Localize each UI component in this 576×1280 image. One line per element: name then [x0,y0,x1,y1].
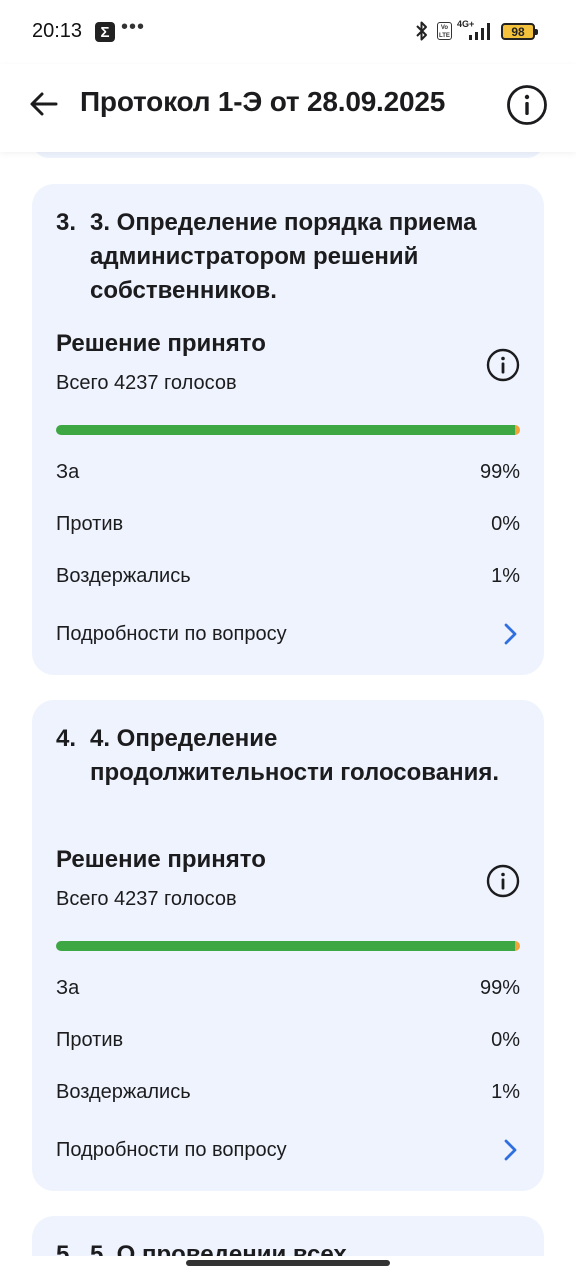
signal-icon [469,23,490,40]
volte-icon: Vo LTE [437,22,452,40]
info-icon[interactable] [486,348,520,382]
vote-row-for: За 99% [56,461,520,484]
back-button[interactable] [22,84,66,124]
question-text: 3. Определение порядка приема администра… [90,209,477,304]
questions-list[interactable]: 3. 3. Определение порядка приема админис… [0,64,576,1256]
vote-progress-bar [56,425,520,435]
app-header: Протокол 1-Э от 28.09.2025 [0,64,576,152]
progress-abstain-segment [515,941,520,951]
question-card: 5. 5. О проведении всех [32,1216,544,1256]
vote-label: Против [56,513,124,535]
chevron-right-icon [504,623,517,645]
info-icon[interactable] [486,864,520,898]
vote-value: 1% [491,1081,520,1103]
info-icon[interactable] [506,84,548,126]
chevron-right-icon [504,1139,517,1161]
vote-value: 1% [491,565,520,587]
more-dots-icon: ••• [121,16,146,38]
vote-progress-bar [56,941,520,951]
question-card: 3. 3. Определение порядка приема админис… [32,184,544,675]
vote-value: 0% [491,1029,520,1051]
vote-value: 99% [479,461,520,483]
details-label: Подробности по вопросу [56,1138,287,1161]
question-text: 5. О проведении всех [90,1241,347,1256]
vote-value: 99% [479,977,520,999]
status-time: 20:13 [32,20,83,42]
vote-row-against: Против 0% [56,513,520,536]
arrow-left-icon [30,92,58,116]
decision-status: Решение принято [56,846,266,873]
question-text: 4. Определение продолжительности голосов… [90,725,500,786]
home-indicator[interactable] [186,1260,390,1266]
vote-label: Против [56,1029,124,1051]
votes-total: Всего 4237 голосов [56,372,237,394]
votes-total: Всего 4237 голосов [56,888,237,910]
vote-row-against: Против 0% [56,1029,520,1052]
bluetooth-icon [416,21,427,41]
details-label: Подробности по вопросу [56,622,287,645]
sigma-icon: Σ [95,22,115,42]
question-card: 4. 4. Определение продолжительности голо… [32,700,544,1191]
screen: 20:13 Σ ••• Vo LTE 4G+ 98 3. 3. Определен… [0,0,576,1280]
vote-label: За [56,461,80,483]
question-title: 4. 4. Определение продолжительности голо… [56,722,526,790]
vote-row-for: За 99% [56,977,520,1000]
status-bar: 20:13 Σ ••• Vo LTE 4G+ 98 [0,0,576,64]
vote-label: Воздержались [56,565,191,587]
progress-for-segment [56,941,516,951]
question-details-link[interactable]: Подробности по вопросу [56,614,520,654]
vote-row-abstain: Воздержались 1% [56,565,520,588]
decision-status: Решение принято [56,330,266,357]
question-title: 3. 3. Определение порядка приема админис… [56,206,526,308]
vote-label: За [56,977,80,999]
vote-label: Воздержались [56,1081,191,1103]
question-title: 5. 5. О проведении всех [56,1238,526,1256]
question-number: 3. [56,209,77,236]
progress-abstain-segment [515,425,520,435]
battery-icon: 98 [501,23,538,40]
battery-level: 98 [511,24,525,39]
progress-for-segment [56,425,516,435]
vote-value: 0% [491,513,520,535]
vote-row-abstain: Воздержались 1% [56,1081,520,1104]
page-title: Протокол 1-Э от 28.09.2025 [80,86,446,117]
question-number: 4. [56,725,77,752]
question-number: 5. [56,1241,77,1256]
question-details-link[interactable]: Подробности по вопросу [56,1130,520,1170]
